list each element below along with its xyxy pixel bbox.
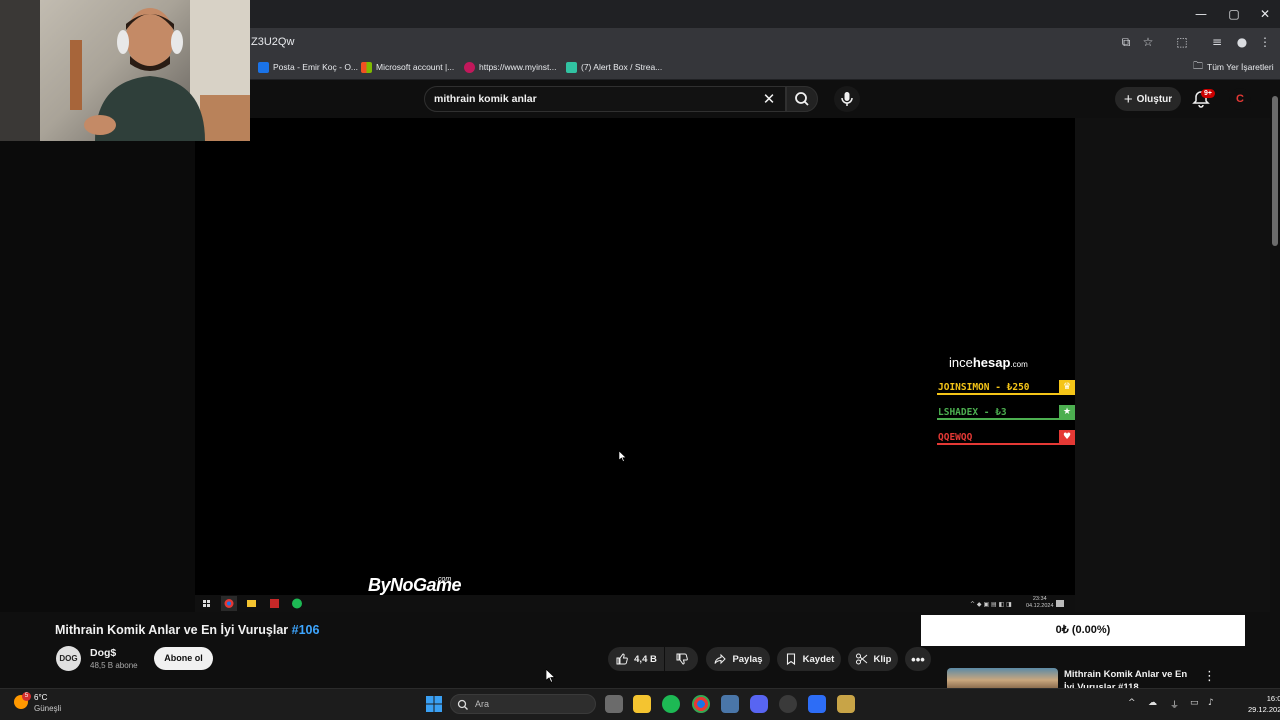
clip-button[interactable]: Klip	[848, 647, 898, 671]
maximize-button[interactable]: ▢	[1219, 4, 1249, 24]
voice-search-button[interactable]	[834, 86, 860, 112]
network-icon[interactable]: ▭	[1190, 698, 1199, 708]
windows-logo-icon	[426, 696, 442, 712]
bynogame-suffix: .com	[436, 576, 452, 583]
inner-taskbar-icons: ^ ◆ ▣ ▤ ◧ ◨	[203, 596, 1064, 611]
webcam-overlay	[0, 0, 250, 141]
spotify-icon[interactable]	[662, 695, 680, 713]
onedrive-icon[interactable]: ☁	[1148, 698, 1157, 708]
video-frame[interactable]	[195, 118, 1075, 595]
minimize-button[interactable]: —	[1186, 4, 1216, 24]
close-window-button[interactable]: ✕	[1250, 4, 1280, 24]
inner-video-taskbar: ^ ◆ ▣ ▤ ◧ ◨	[195, 595, 1075, 612]
extensions-icon[interactable]: ⬚	[1174, 34, 1190, 50]
microphone-icon	[841, 92, 853, 106]
subscribe-button[interactable]: Abone ol	[154, 647, 213, 670]
taskbar-search-icon	[457, 698, 469, 710]
search-icon	[795, 92, 809, 106]
bookmark-item[interactable]: https://www.myinst...	[464, 60, 556, 74]
search-button[interactable]	[786, 86, 818, 112]
folder-icon: 🗀	[1193, 61, 1203, 72]
streamer-webcam-image	[0, 0, 250, 141]
steam-icon[interactable]	[721, 695, 739, 713]
like-button[interactable]: 4,4 B	[608, 647, 664, 671]
mouse-cursor	[545, 668, 556, 688]
browser-menu-icon[interactable]: ⋮	[1257, 34, 1273, 50]
mouse-cursor	[618, 449, 627, 467]
taskbar-search-placeholder: Ara	[475, 699, 490, 709]
app-icon[interactable]	[808, 695, 826, 713]
bookmark-star-icon[interactable]: ☆	[1140, 34, 1156, 50]
microsoft-icon	[361, 61, 372, 73]
donor-row: LSHADEX - ₺3 ★	[937, 405, 1075, 420]
heart-icon: ♥	[1059, 430, 1075, 445]
file-explorer-icon[interactable]	[633, 695, 651, 713]
donor-row: QQEWQQ ♥	[937, 430, 1075, 445]
plus-icon: +	[1123, 90, 1133, 108]
more-horizontal-icon: •••	[911, 651, 925, 667]
hashtag-link[interactable]: #106	[292, 623, 320, 637]
tray-overflow-icon[interactable]: ^	[1128, 698, 1136, 708]
video-side-area	[1075, 118, 1270, 612]
clear-search-icon[interactable]: ✕	[760, 90, 778, 108]
discord-icon[interactable]	[750, 695, 768, 713]
share-button[interactable]: Paylaş	[706, 647, 770, 671]
weather-description[interactable]: Güneşli	[34, 704, 61, 713]
thumbs-down-icon	[676, 653, 688, 665]
weather-temperature[interactable]: 6°C	[34, 693, 47, 702]
channel-avatar[interactable]: DOG	[56, 646, 81, 671]
start-button[interactable]	[425, 695, 443, 713]
system-clock[interactable]: 16:02 29.12.2025	[1248, 693, 1280, 715]
dislike-button[interactable]	[665, 647, 698, 671]
svg-text:^ ◆ ▣ ▤ ◧ ◨: ^ ◆ ▣ ▤ ◧ ◨	[970, 601, 1012, 608]
mic-tray-icon[interactable]: ⏚	[1170, 698, 1179, 711]
scrollbar-thumb[interactable]	[1272, 96, 1278, 246]
url-text[interactable]: Z3U2Qw	[251, 36, 294, 48]
video-title: Mithrain Komik Anlar ve En İyi Vuruşlar …	[55, 623, 320, 637]
outlook-icon	[258, 61, 269, 73]
notification-count-badge: 9+	[1201, 89, 1215, 98]
bookmark-item[interactable]: (7) Alert Box / Strea...	[566, 60, 662, 74]
recommended-video-thumbnail[interactable]	[947, 668, 1058, 688]
account-avatar[interactable]: C	[1229, 88, 1251, 110]
streamlabs-icon	[566, 61, 577, 73]
site-favicon	[464, 61, 475, 73]
thumbs-up-icon	[616, 653, 628, 665]
volume-icon[interactable]: ♪	[1208, 698, 1214, 708]
channel-name[interactable]: Dog$	[90, 647, 116, 659]
task-view-icon[interactable]	[605, 695, 623, 713]
crown-icon: ♛	[1059, 380, 1075, 395]
bookmark-icon	[786, 653, 795, 666]
app-icon[interactable]	[779, 695, 797, 713]
league-client-icon[interactable]	[837, 695, 855, 713]
weather-badge: 5	[22, 692, 31, 701]
donation-goal-popup: 0₺ (0.00%)	[921, 615, 1245, 646]
bookmark-item[interactable]: Microsoft account |...	[361, 60, 454, 74]
search-query-text: mithrain komik anlar	[434, 93, 537, 105]
tab-search-icon[interactable]: ≡	[1209, 34, 1225, 50]
bookmark-item[interactable]: Posta - Emir Koç - O...	[258, 60, 358, 74]
incehesap-logo: incehesap.com	[949, 355, 1028, 370]
recommended-video-menu-icon[interactable]: ⋮	[1203, 669, 1216, 684]
create-button[interactable]: + Oluştur	[1115, 87, 1181, 111]
more-actions-button[interactable]: •••	[905, 647, 931, 671]
profile-icon[interactable]: ●	[1234, 34, 1250, 50]
recommended-video-title[interactable]: Mithrain Komik Anlar ve En İyi Vuruşlar …	[1064, 668, 1199, 688]
share-icon	[714, 653, 727, 665]
save-button[interactable]: Kaydet	[777, 647, 841, 671]
star-icon: ★	[1059, 405, 1075, 420]
taskbar-search-box[interactable]	[450, 694, 596, 714]
scissors-icon	[855, 653, 867, 665]
inner-clock: 23:34 04.12.2024	[1026, 596, 1054, 609]
install-app-icon[interactable]: ⧉	[1118, 34, 1134, 50]
subscriber-count: 48,5 B abone	[90, 661, 138, 670]
all-bookmarks[interactable]: 🗀 Tüm Yer İşaretleri	[1193, 60, 1274, 74]
donor-row: JOINSIMON - ₺250 ♛	[937, 380, 1075, 395]
chrome-icon[interactable]	[692, 695, 710, 713]
